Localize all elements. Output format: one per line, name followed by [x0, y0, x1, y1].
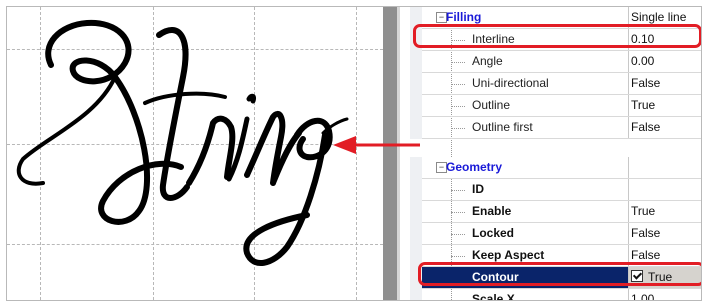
callout-arrow	[333, 136, 420, 154]
